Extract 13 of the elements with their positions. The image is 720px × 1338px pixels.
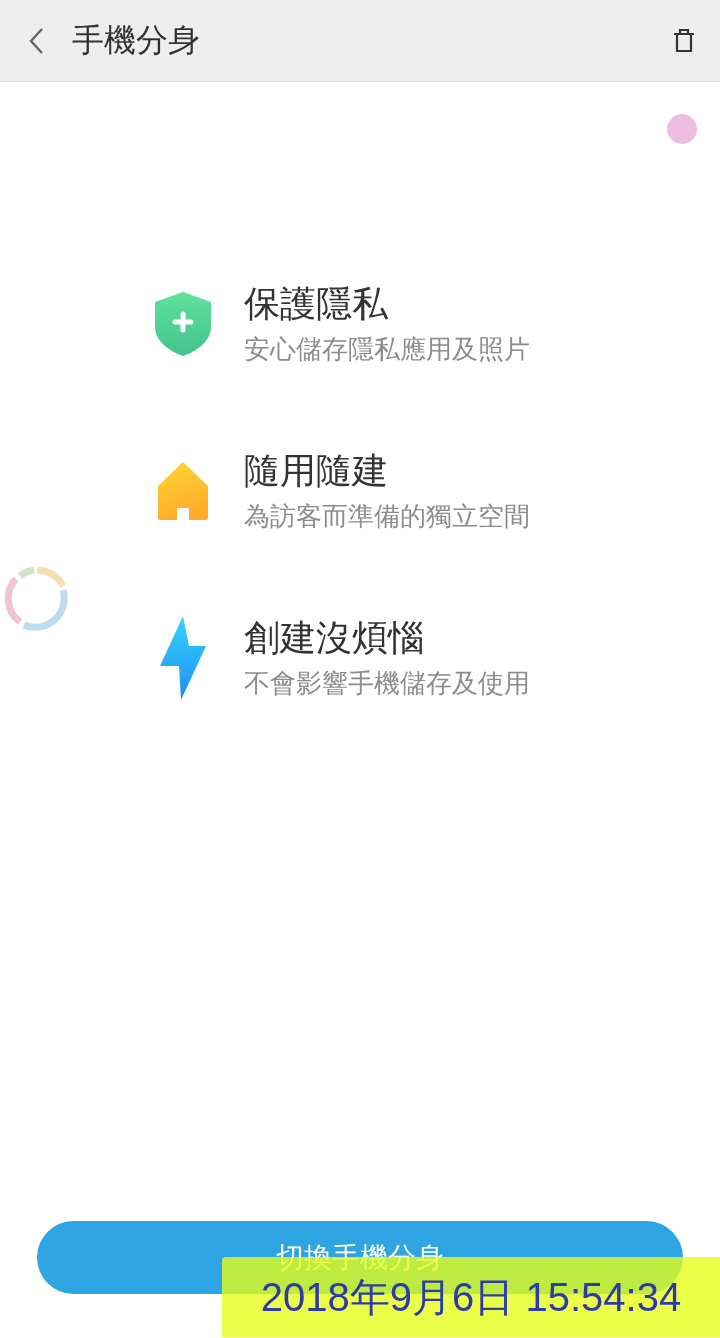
feature-title: 隨用隨建: [244, 448, 389, 493]
delete-button[interactable]: [672, 27, 696, 54]
feature-description: 為訪客而準備的獨立空間: [244, 499, 530, 533]
house-icon: [156, 460, 210, 521]
shield-plus-icon: [153, 290, 213, 357]
floating-dot[interactable]: [667, 114, 697, 144]
feature-description: 不會影響手機儲存及使用: [244, 666, 530, 700]
trash-icon: [672, 27, 696, 54]
feature-title: 保護隱私: [244, 281, 389, 326]
lightning-bolt-icon: [159, 615, 207, 700]
page-title: 手機分身: [72, 19, 201, 61]
feature-description: 安心儲存隱私應用及照片: [244, 332, 530, 366]
feature-title: 創建沒煩惱: [244, 615, 425, 660]
